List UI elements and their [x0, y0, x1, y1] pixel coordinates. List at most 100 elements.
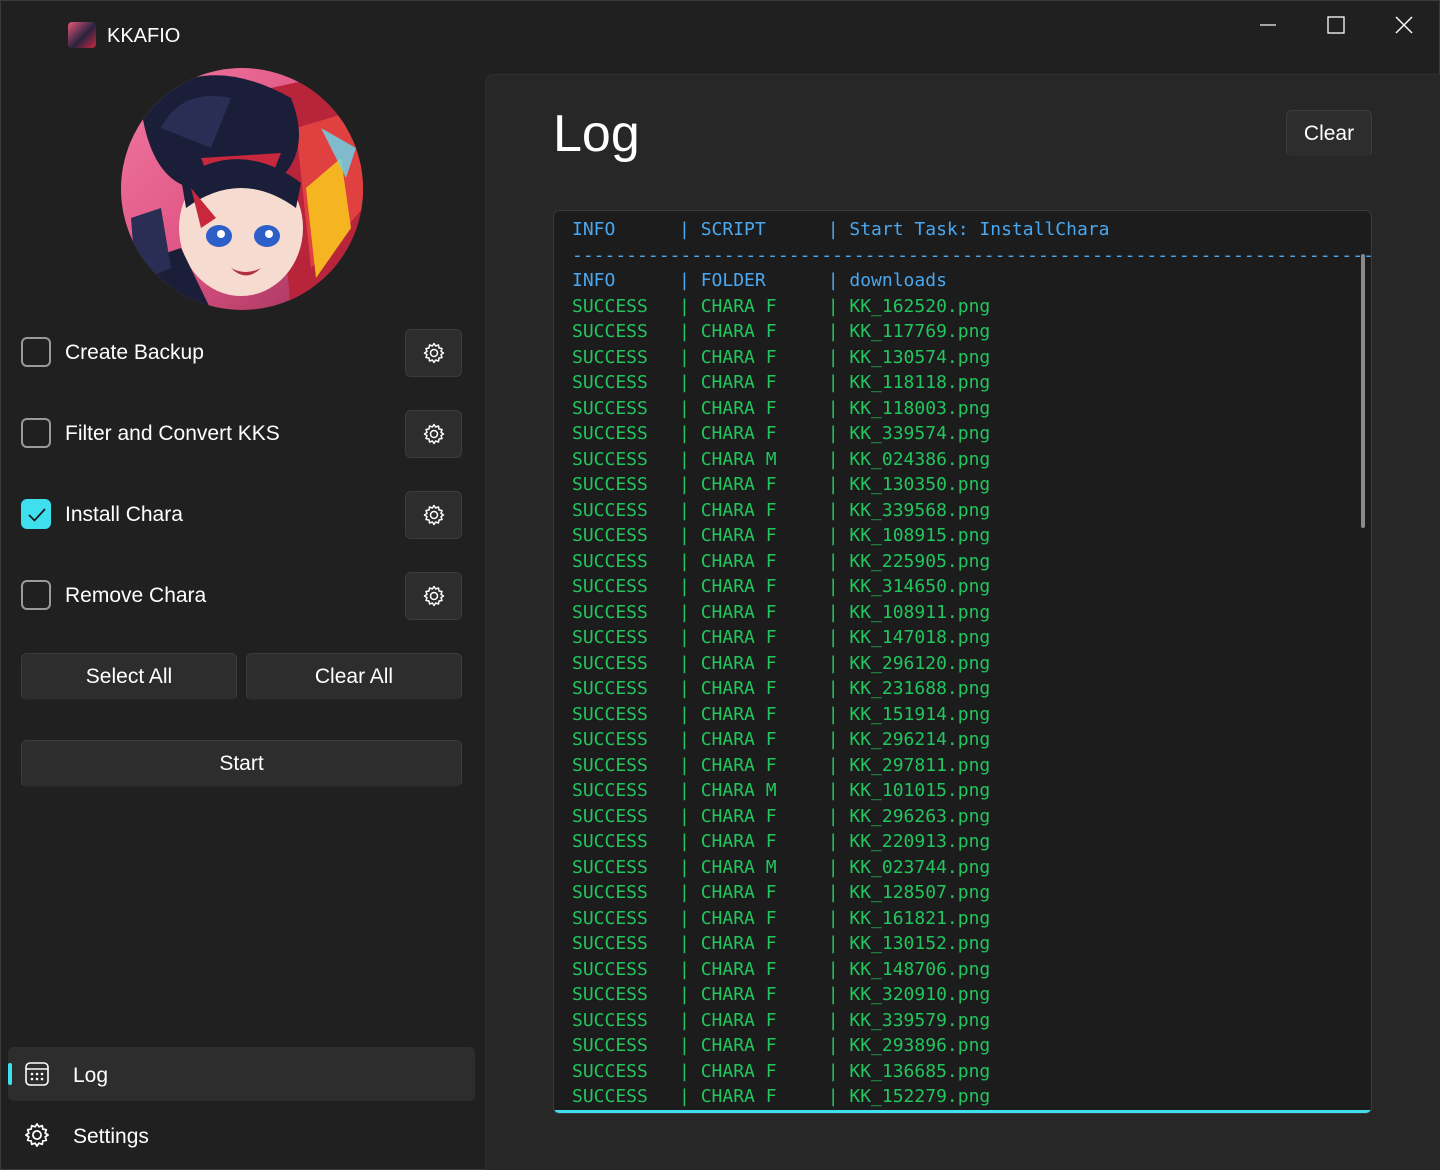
- select-all-button[interactable]: Select All: [21, 653, 237, 700]
- log-level: SUCCESS: [572, 627, 648, 648]
- log-level: SUCCESS: [572, 423, 648, 444]
- log-message: KK_220913.png: [849, 831, 991, 852]
- install-chara-label: Install Chara: [65, 503, 183, 526]
- log-message: KK_339579.png: [849, 1009, 991, 1031]
- avatar-illustration: [121, 68, 363, 310]
- create-backup-label: Create Backup: [65, 341, 204, 364]
- log-message: KK_162520.png: [849, 295, 991, 317]
- close-button[interactable]: [1374, 8, 1434, 42]
- log-scrollbar[interactable]: [1361, 254, 1365, 528]
- app-logo-icon: [68, 22, 96, 48]
- log-source: CHARA F: [700, 805, 777, 827]
- log-level: SUCCESS: [572, 474, 648, 495]
- filter-convert-checkbox[interactable]: [21, 418, 51, 448]
- log-source: CHARA F: [700, 627, 777, 648]
- nav-item-log[interactable]: Log: [8, 1047, 475, 1101]
- log-level: SUCCESS: [572, 1035, 648, 1056]
- log-line: SUCCESS | CHARA F | KK_152279.png: [572, 1084, 1371, 1110]
- log-line: SUCCESS | CHARA F | KK_296214.png: [572, 727, 1371, 753]
- gear-icon: [423, 342, 444, 364]
- log-line: INFO | SCRIPT | Start Task: InstallChara: [572, 217, 1371, 243]
- log-line: SUCCESS | CHARA F | KK_231688.png: [572, 676, 1371, 702]
- log-output[interactable]: INFO | SCRIPT | Start Task: InstallChara --…: [553, 210, 1372, 1114]
- log-source: CHARA F: [700, 474, 777, 495]
- log-message: KK_130574.png: [849, 346, 991, 368]
- log-source: CHARA F: [700, 754, 777, 776]
- log-level: SUCCESS: [572, 958, 648, 980]
- log-line: SUCCESS | CHARA F | KK_320910.png: [572, 982, 1371, 1008]
- clear-all-button[interactable]: Clear All: [246, 653, 462, 700]
- page-title: Log: [553, 105, 640, 163]
- log-source: CHARA M: [700, 448, 777, 470]
- log-source: CHARA F: [700, 423, 777, 444]
- nav-log-label: Log: [73, 1064, 109, 1087]
- log-level: SUCCESS: [572, 652, 648, 674]
- log-message: KK_231688.png: [849, 678, 991, 699]
- remove-chara-label: Remove Chara: [65, 584, 207, 607]
- log-line: SUCCESS | CHARA F | KK_151914.png: [572, 702, 1371, 728]
- log-line: SUCCESS | CHARA F | KK_118118.png: [572, 370, 1371, 396]
- log-line: SUCCESS | CHARA F | KK_117769.png: [572, 319, 1371, 345]
- log-level: SUCCESS: [572, 933, 648, 954]
- log-message: downloads: [849, 270, 947, 291]
- log-source: CHARA F: [700, 321, 777, 342]
- log-source: CHARA F: [700, 1009, 777, 1031]
- log-source: CHARA F: [700, 499, 777, 521]
- log-message: KK_151914.png: [849, 703, 991, 725]
- remove-chara-checkbox[interactable]: [21, 580, 51, 610]
- log-message: KK_136685.png: [849, 1060, 991, 1082]
- log-message: KK_148706.png: [849, 958, 991, 980]
- log-source: CHARA F: [700, 346, 777, 368]
- gear-icon: [25, 1123, 49, 1147]
- log-message: KK_147018.png: [849, 627, 991, 648]
- log-lines: INFO | SCRIPT | Start Task: InstallChara --…: [572, 217, 1372, 1110]
- log-line: INFO | FOLDER | downloads: [572, 268, 1371, 294]
- log-level: INFO: [572, 270, 616, 291]
- log-level: SUCCESS: [572, 882, 648, 903]
- log-level: SUCCESS: [572, 601, 648, 623]
- start-button[interactable]: Start: [21, 740, 462, 787]
- maximize-button[interactable]: [1306, 8, 1366, 42]
- install-chara-settings-button[interactable]: [405, 491, 462, 539]
- log-line: SUCCESS | CHARA M | KK_101015.png: [572, 778, 1371, 804]
- log-source: CHARA F: [700, 729, 777, 750]
- log-line: SUCCESS | CHARA F | KK_339574.png: [572, 421, 1371, 447]
- log-line: SUCCESS | CHARA F | KK_148706.png: [572, 957, 1371, 983]
- clear-log-button[interactable]: Clear: [1286, 110, 1372, 157]
- log-source: CHARA F: [700, 678, 777, 699]
- log-message: KK_293896.png: [849, 1035, 991, 1056]
- log-separator-text: ----------------------------------------…: [572, 244, 1372, 266]
- create-backup-settings-button[interactable]: [405, 329, 462, 377]
- log-message: Start Task: InstallChara: [849, 219, 1110, 240]
- log-line: SUCCESS | CHARA F | KK_339568.png: [572, 498, 1371, 524]
- filter-convert-settings-button[interactable]: [405, 410, 462, 458]
- minimize-button[interactable]: [1238, 8, 1298, 42]
- log-separator: ----------------------------------------…: [572, 243, 1372, 269]
- log-message: KK_023744.png: [849, 856, 991, 878]
- log-source: CHARA F: [700, 525, 777, 546]
- log-level: SUCCESS: [572, 1060, 648, 1082]
- gear-icon: [423, 504, 444, 526]
- create-backup-checkbox[interactable]: [21, 337, 51, 367]
- log-message: KK_320910.png: [849, 984, 991, 1005]
- remove-chara-settings-button[interactable]: [405, 572, 462, 620]
- log-source: CHARA F: [700, 397, 777, 419]
- log-message: KK_118118.png: [849, 372, 991, 393]
- log-message: KK_161821.png: [849, 907, 991, 929]
- log-line: SUCCESS | CHARA F | KK_130574.png: [572, 345, 1371, 371]
- log-source: SCRIPT: [700, 219, 766, 240]
- log-message: KK_297811.png: [849, 754, 991, 776]
- log-line: SUCCESS | CHARA F | KK_147018.png: [572, 625, 1371, 651]
- log-level: SUCCESS: [572, 295, 648, 317]
- calendar-grid-icon: [25, 1062, 49, 1086]
- gear-icon: [423, 585, 444, 607]
- nav-item-settings[interactable]: Settings: [8, 1108, 475, 1162]
- log-level: SUCCESS: [572, 576, 648, 597]
- log-message: KK_314650.png: [849, 576, 991, 597]
- log-message: KK_130350.png: [849, 474, 991, 495]
- log-line: SUCCESS | CHARA F | KK_136685.png: [572, 1059, 1371, 1085]
- log-message: KK_128507.png: [849, 882, 991, 903]
- log-line: SUCCESS | CHARA F | KK_128507.png: [572, 880, 1371, 906]
- log-source: CHARA F: [700, 933, 777, 954]
- install-chara-checkbox[interactable]: [21, 499, 51, 529]
